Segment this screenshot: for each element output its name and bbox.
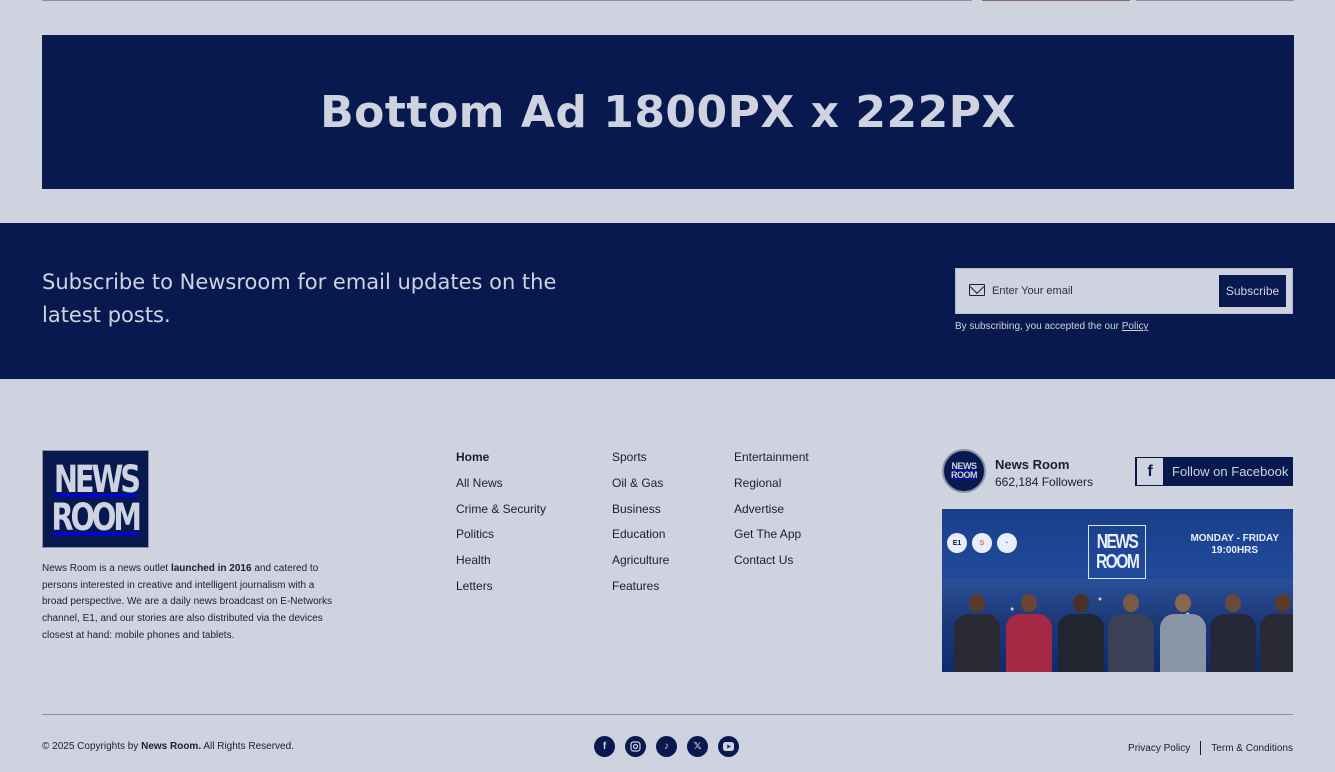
ad-text: Bottom Ad 1800PX x 222PX: [320, 86, 1016, 138]
presenter-figure: [1260, 594, 1293, 672]
nav-entertainment[interactable]: Entertainment: [734, 450, 809, 464]
avatar-logo-room: ROOM: [951, 470, 978, 480]
legal-links: Privacy Policy Term & Conditions: [1128, 741, 1293, 755]
terms-link[interactable]: Term & Conditions: [1211, 743, 1293, 754]
logo-line-news: NEWS: [53, 458, 141, 501]
logo-line-room: ROOM: [51, 496, 143, 539]
nav-oil-gas[interactable]: Oil & Gas: [612, 476, 663, 490]
channel-logo-icon: ·: [997, 533, 1017, 553]
copyright-text: © 2025 Copyrights by News Room. All Righ…: [42, 741, 294, 752]
tiktok-icon[interactable]: ♪: [656, 736, 677, 757]
nav-advertise[interactable]: Advertise: [734, 502, 784, 516]
x-icon[interactable]: 𝕏: [687, 736, 708, 757]
cover-logo-room: ROOM: [1095, 551, 1140, 573]
cover-schedule-days: MONDAY - FRIDAY: [1190, 533, 1279, 544]
nav-all-news[interactable]: All News: [456, 476, 503, 490]
channel-logo-icon: S: [972, 533, 992, 553]
copyright-prefix: © 2025 Copyrights by: [42, 741, 142, 752]
footer-nav-col-2: Sports Oil & Gas Business Education Agri…: [612, 447, 669, 602]
subscribe-button[interactable]: Subscribe: [1219, 275, 1286, 307]
facebook-page-avatar[interactable]: NEWS ROOM: [942, 449, 986, 493]
about-text: News Room is a news outlet launched in 2…: [42, 561, 342, 645]
follow-facebook-button[interactable]: f Follow on Facebook: [1135, 457, 1293, 486]
presenter-figure: [1210, 594, 1256, 672]
channel-e1-icon: E1: [947, 533, 967, 553]
facebook-page-name[interactable]: News Room: [995, 457, 1069, 472]
cover-newsroom-logo: NEWS ROOM: [1088, 525, 1146, 579]
follow-facebook-label: Follow on Facebook: [1172, 464, 1289, 479]
copyright-brand: News Room.: [141, 741, 202, 752]
cover-logo-news: NEWS: [1096, 531, 1139, 553]
presenter-figure: [954, 594, 1000, 672]
footer-nav-col-1: Home All News Crime & Security Politics …: [456, 447, 546, 602]
nav-letters[interactable]: Letters: [456, 579, 493, 593]
mail-icon: [969, 284, 985, 296]
nav-get-the-app[interactable]: Get The App: [734, 527, 801, 541]
copyright-suffix: All Rights Reserved.: [201, 741, 294, 752]
newsroom-logo[interactable]: NEWS ROOM: [42, 450, 149, 548]
subscribe-headline: Subscribe to Newsroom for email updates …: [42, 270, 557, 327]
presenter-figure: [1108, 594, 1154, 672]
subscribe-form: Subscribe: [955, 268, 1293, 314]
instagram-icon[interactable]: [625, 736, 646, 757]
nav-agriculture[interactable]: Agriculture: [612, 553, 669, 567]
cover-schedule: MONDAY - FRIDAY 19:00HRS: [1190, 533, 1279, 557]
privacy-policy-link[interactable]: Privacy Policy: [1128, 743, 1190, 754]
subscribe-note: By subscribing, you accepted the our Pol…: [955, 321, 1148, 332]
legal-separator: [1200, 741, 1202, 755]
nav-regional[interactable]: Regional: [734, 476, 781, 490]
subscribe-section: Subscribe to Newsroom for email updates …: [0, 223, 1335, 379]
about-part-1: News Room is a news outlet: [42, 563, 171, 574]
facebook-cover-image[interactable]: E1 S · NEWS ROOM MONDAY - FRIDAY 19:00HR…: [942, 509, 1293, 672]
subscribe-note-text: By subscribing, you accepted the our: [955, 321, 1122, 332]
facebook-icon[interactable]: f: [594, 736, 615, 757]
footer-divider: [42, 714, 1293, 715]
policy-link[interactable]: Policy: [1122, 321, 1149, 332]
facebook-followers: 662,184 Followers: [995, 475, 1094, 489]
email-input[interactable]: [992, 278, 1212, 304]
cover-schedule-time: 19:00HRS: [1211, 545, 1259, 556]
youtube-icon[interactable]: [718, 736, 739, 757]
nav-features[interactable]: Features: [612, 579, 659, 593]
nav-home[interactable]: Home: [456, 450, 489, 464]
nav-crime-security[interactable]: Crime & Security: [456, 502, 546, 516]
presenter-figure: [1058, 594, 1104, 672]
presenter-figure: [1160, 594, 1206, 672]
about-part-2: and catered to persons interested in cre…: [42, 563, 332, 641]
bottom-ad-banner[interactable]: Bottom Ad 1800PX x 222PX: [42, 35, 1294, 189]
nav-business[interactable]: Business: [612, 502, 661, 516]
nav-contact-us[interactable]: Contact Us: [734, 553, 793, 567]
nav-health[interactable]: Health: [456, 553, 491, 567]
presenter-figure: [1006, 594, 1052, 672]
nav-education[interactable]: Education: [612, 527, 665, 541]
facebook-icon: f: [1137, 458, 1163, 485]
about-launch-year: launched in 2016: [170, 563, 252, 574]
nav-politics[interactable]: Politics: [456, 527, 494, 541]
nav-sports[interactable]: Sports: [612, 450, 647, 464]
top-divider: [42, 0, 1294, 1]
footer-nav-col-3: Entertainment Regional Advertise Get The…: [734, 447, 809, 576]
social-links: f ♪ 𝕏: [594, 736, 739, 757]
